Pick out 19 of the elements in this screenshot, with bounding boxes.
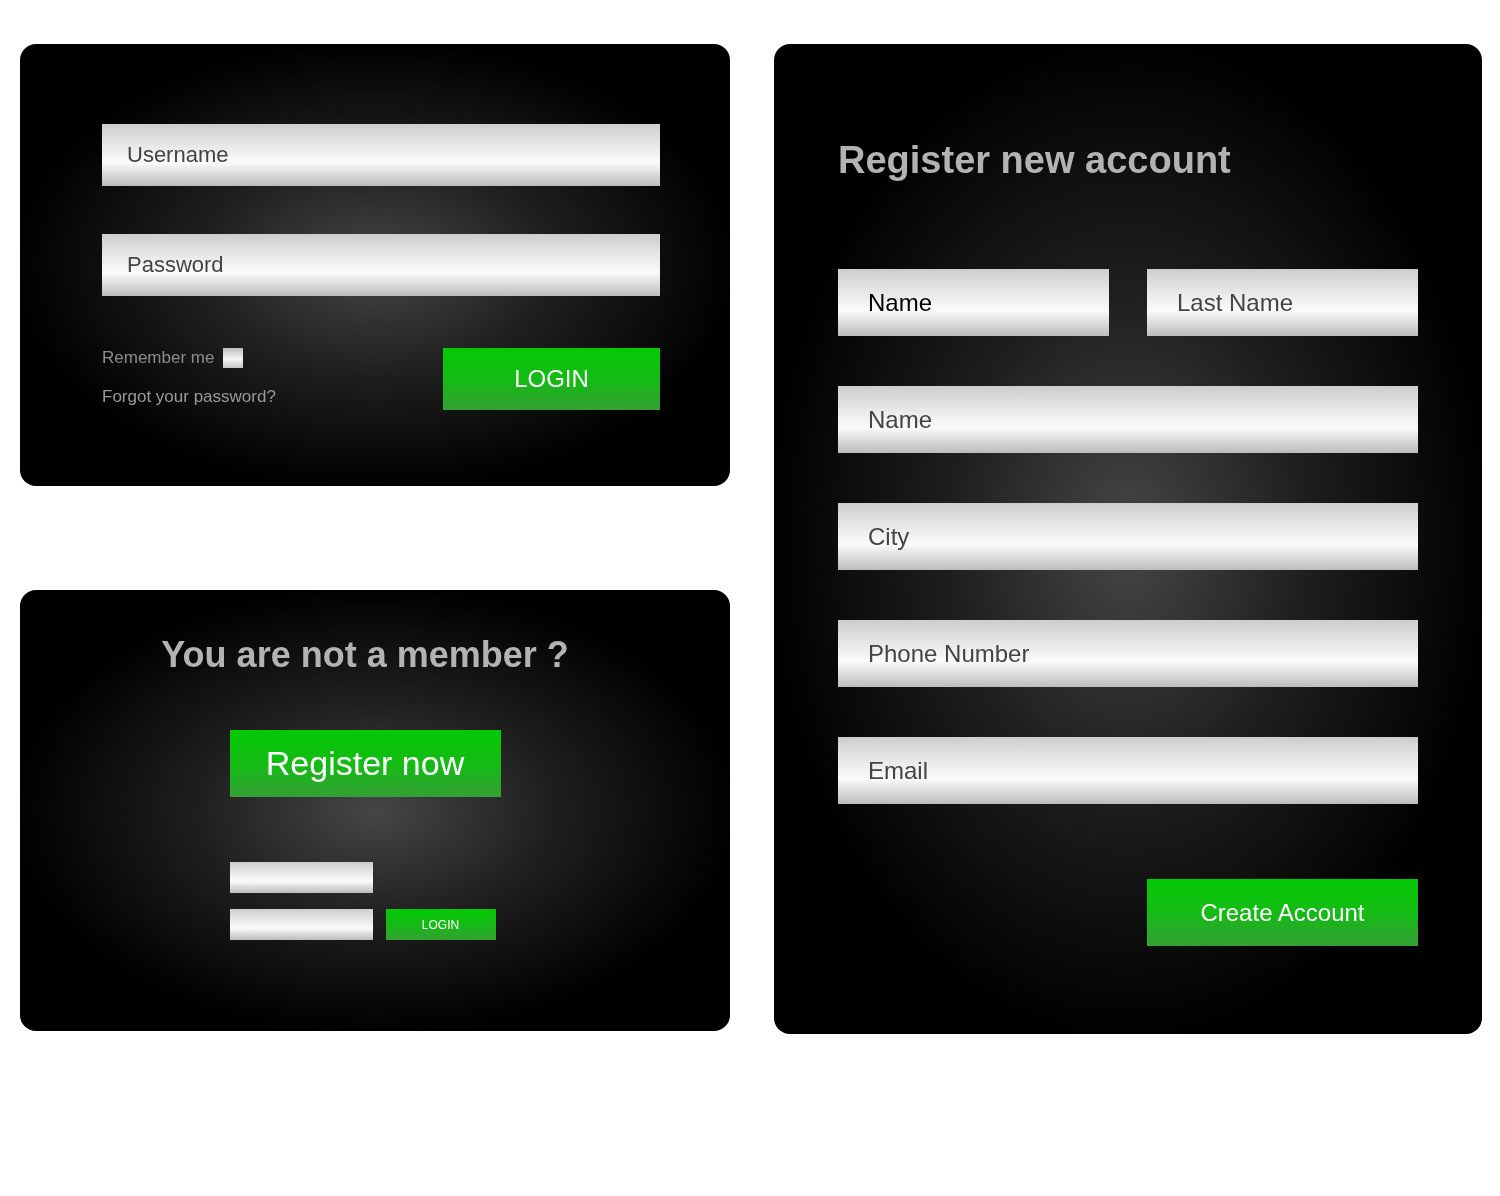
input-field[interactable]: Last Name: [1147, 269, 1418, 336]
checkbox[interactable]: [223, 348, 244, 368]
input-field[interactable]: Username: [102, 124, 660, 186]
input-field[interactable]: Phone Number: [838, 620, 1418, 687]
panel-title: Register new account: [838, 138, 1232, 183]
panel-heading: You are not a member ?: [161, 633, 569, 677]
register-now-button[interactable]: Register now: [229, 730, 501, 797]
input-field[interactable]: City: [838, 503, 1418, 570]
input-field[interactable]: Name: [838, 269, 1109, 336]
input-field[interactable]: Email: [838, 737, 1418, 804]
login-button[interactable]: LOGIN: [385, 909, 496, 940]
input-field[interactable]: Password: [102, 234, 660, 296]
remember-me-label: Remember me: [102, 348, 215, 368]
login-button[interactable]: LOGIN: [443, 348, 660, 410]
input-field[interactable]: [229, 909, 373, 940]
forgot-password-link[interactable]: Forgot your password?: [102, 387, 276, 407]
create-account-button[interactable]: Create Account: [1147, 879, 1418, 946]
input-field[interactable]: [229, 862, 373, 893]
input-field[interactable]: Name: [838, 386, 1418, 453]
